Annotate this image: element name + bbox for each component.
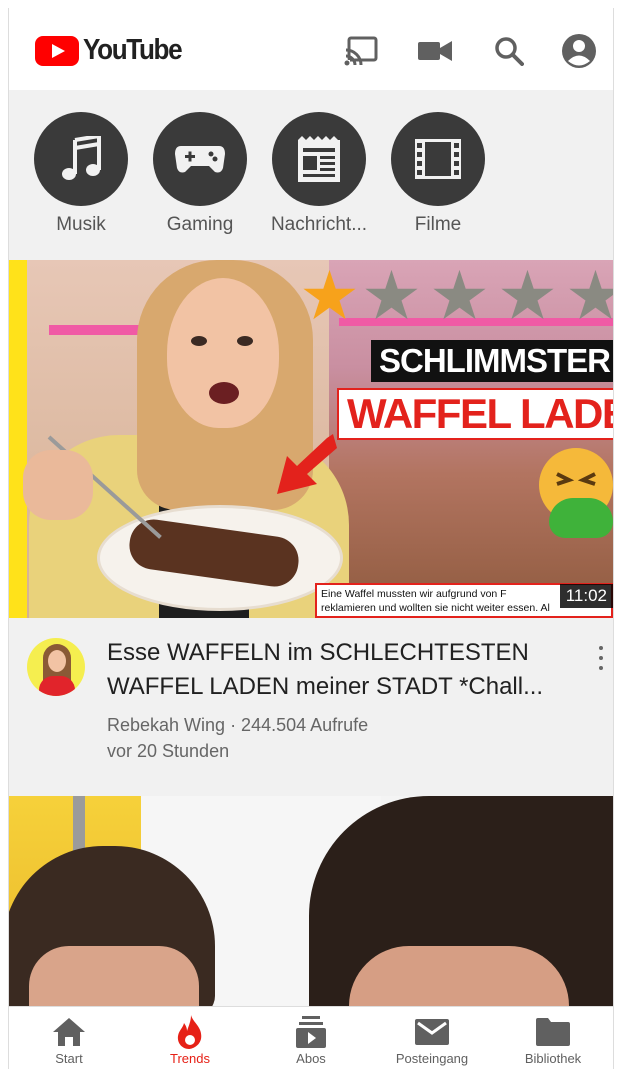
- category-label: Musik: [56, 214, 106, 235]
- rating-star-empty-icon: ★: [361, 260, 422, 334]
- more-options-icon[interactable]: [597, 646, 605, 670]
- category-label: Gaming: [166, 214, 234, 235]
- video-thumbnail-2[interactable]: [9, 796, 613, 1008]
- video-duration-badge: 11:02: [559, 584, 613, 608]
- video-thumbnail[interactable]: ★ ★ ★ ★ ★ SCHLIMMSTER WAFFEL LADEN Eine …: [9, 260, 613, 618]
- category-gaming[interactable]: Gaming: [145, 112, 255, 236]
- subscriptions-icon: [251, 1015, 371, 1049]
- mail-icon: [372, 1015, 492, 1049]
- home-icon: [9, 1015, 129, 1049]
- video-meta: Rebekah Wing · 244.504 Aufrufe vor 20 St…: [107, 712, 368, 764]
- logo-text: YouTube: [83, 34, 183, 66]
- category-label: Nachricht...: [270, 214, 368, 235]
- category-nachrichten[interactable]: Nachricht...: [264, 112, 374, 236]
- nav-bibliothek[interactable]: Bibliothek: [493, 1015, 613, 1066]
- category-filme[interactable]: Filme: [383, 112, 493, 236]
- rating-star-empty-icon: ★: [429, 260, 490, 334]
- camera-icon[interactable]: [417, 33, 453, 69]
- nav-trends[interactable]: Trends: [130, 1015, 250, 1066]
- category-musik[interactable]: Musik: [26, 112, 136, 236]
- cast-icon[interactable]: [343, 33, 379, 69]
- red-arrow-icon: [277, 434, 337, 494]
- category-shelf: Musik Gaming Nachricht... Filme: [9, 90, 613, 260]
- video-title[interactable]: Esse WAFFELN im SCHLECHTESTEN WAFFEL LAD…: [107, 636, 577, 704]
- thumbnail-person-face: [167, 278, 279, 428]
- rating-star-filled-icon: ★: [299, 260, 360, 334]
- search-icon[interactable]: [491, 33, 527, 69]
- youtube-play-icon: [35, 35, 79, 66]
- thumbnail-headline-top: SCHLIMMSTER: [371, 340, 613, 382]
- upload-time: vor 20 Stunden: [107, 741, 230, 761]
- bottom-navigation: Start Trends Abos Posteingang Bibliothek: [9, 1006, 613, 1069]
- film-icon: [391, 112, 485, 206]
- nav-start[interactable]: Start: [9, 1015, 129, 1066]
- news-icon: [272, 112, 366, 206]
- rating-star-empty-icon: ★: [497, 260, 558, 334]
- rating-star-empty-icon: ★: [565, 262, 613, 330]
- nav-posteingang[interactable]: Posteingang: [372, 1015, 492, 1066]
- gamepad-icon: [153, 112, 247, 206]
- nav-abos[interactable]: Abos: [251, 1015, 371, 1066]
- category-label: Filme: [414, 214, 462, 235]
- channel-avatar[interactable]: [27, 638, 85, 696]
- music-icon: [34, 112, 128, 206]
- folder-icon: [493, 1015, 613, 1049]
- account-icon[interactable]: [561, 33, 597, 69]
- channel-and-views: Rebekah Wing · 244.504 Aufrufe: [107, 715, 369, 735]
- thumbnail-headline-main: WAFFEL LADEN: [337, 388, 613, 440]
- top-app-bar: YouTube: [9, 8, 613, 91]
- youtube-logo[interactable]: YouTube: [35, 34, 192, 67]
- app-frame: YouTube Musik Gaming Nachricht... Filme …: [8, 8, 614, 1069]
- flame-icon: [130, 1015, 250, 1049]
- video-info[interactable]: Esse WAFFELN im SCHLECHTESTEN WAFFEL LAD…: [9, 618, 613, 796]
